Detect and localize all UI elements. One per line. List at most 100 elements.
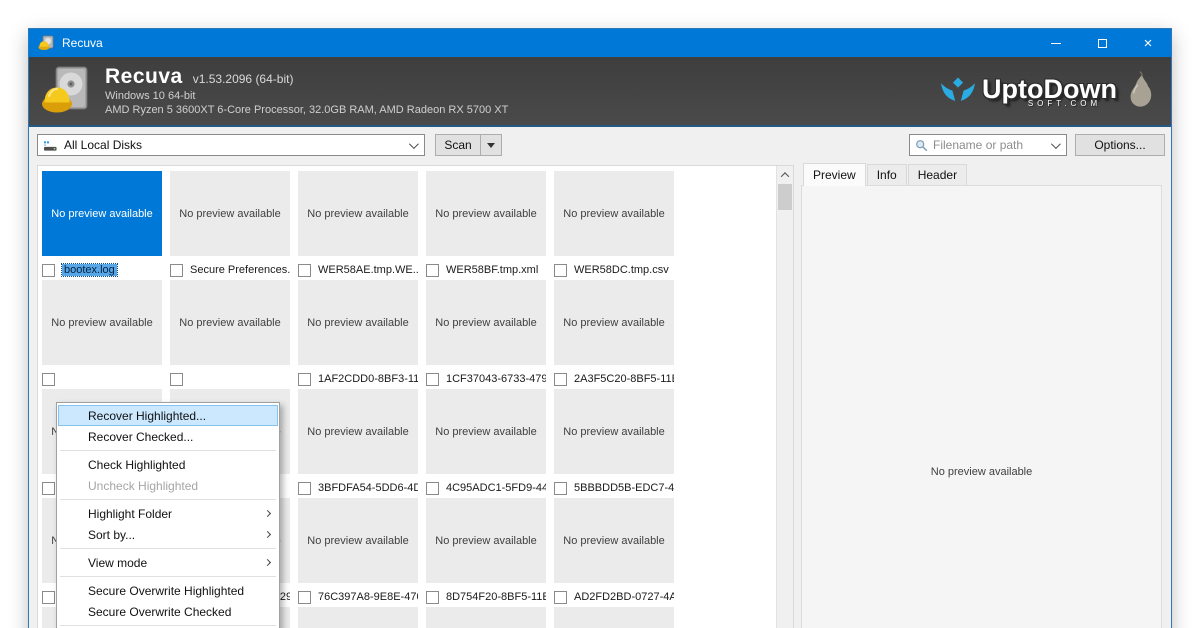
maximize-button[interactable] bbox=[1079, 29, 1125, 57]
file-name[interactable]: 2A3F5C20-8BF5-11E... bbox=[574, 373, 674, 385]
thumbnail-tile[interactable]: No preview available bbox=[42, 171, 162, 256]
menu-item-label: Check Highlighted bbox=[88, 458, 185, 472]
menu-item-view-mode[interactable]: View mode bbox=[58, 552, 278, 573]
file-name[interactable]: Secure Preferences... bbox=[190, 264, 290, 276]
file-name[interactable]: 1AF2CDD0-8BF3-11... bbox=[318, 373, 418, 385]
submenu-arrow-icon bbox=[264, 559, 271, 566]
file-cell: No preview available AD2FD2BD-0727-4A... bbox=[554, 498, 674, 607]
no-preview-text: No preview available bbox=[435, 426, 537, 438]
file-cell: No preview available 8D754F20-8BF5-11E... bbox=[426, 498, 546, 607]
tab-preview[interactable]: Preview bbox=[803, 163, 866, 186]
thumbnail-tile[interactable]: No preview available bbox=[170, 171, 290, 256]
menu-item-sort-by[interactable]: Sort by... bbox=[58, 524, 278, 545]
main-area: No preview available bootex.log No preview… bbox=[29, 163, 1171, 628]
file-cell: No preview available bbox=[42, 280, 162, 389]
scrollbar[interactable] bbox=[776, 166, 793, 628]
file-checkbox[interactable] bbox=[298, 591, 311, 604]
thumbnail-tile[interactable]: No preview available bbox=[298, 498, 418, 583]
no-preview-text: No preview available bbox=[51, 208, 153, 220]
file-cell: No preview available WER58AE.tmp.WE... bbox=[298, 171, 418, 280]
file-checkbox[interactable] bbox=[298, 373, 311, 386]
file-cell: No preview available WER58BF.tmp.xml bbox=[426, 171, 546, 280]
file-checkbox[interactable] bbox=[42, 264, 55, 277]
version-text: v1.53.2096 (64-bit) bbox=[193, 72, 294, 86]
thumbnail-tile[interactable]: No preview available bbox=[426, 171, 546, 256]
no-preview-text: No preview available bbox=[51, 317, 153, 329]
uptodown-bird-icon bbox=[940, 76, 976, 106]
scroll-up-button[interactable] bbox=[777, 166, 793, 183]
menu-item-secure-overwrite-checked[interactable]: Secure Overwrite Checked bbox=[58, 601, 278, 622]
menu-item-secure-overwrite-highlighted[interactable]: Secure Overwrite Highlighted bbox=[58, 580, 278, 601]
thumbnail-tile[interactable]: No preview available bbox=[298, 280, 418, 365]
menu-separator bbox=[60, 625, 276, 626]
file-name[interactable]: WER58BF.tmp.xml bbox=[446, 264, 538, 276]
file-name[interactable]: 5BBBDD5B-EDC7-4... bbox=[574, 482, 674, 494]
scan-dropdown-button[interactable] bbox=[480, 134, 502, 156]
thumbnail-tile[interactable]: No preview available bbox=[426, 280, 546, 365]
file-name[interactable]: 76C397A8-9E8E-470... bbox=[318, 591, 418, 603]
thumbnail-tile[interactable]: No preview available bbox=[554, 607, 674, 628]
search-input[interactable]: Filename or path bbox=[909, 134, 1067, 156]
thumbnail-tile[interactable]: No preview available bbox=[426, 607, 546, 628]
file-name[interactable]: 3BFDFA54-5DD6-4D... bbox=[318, 482, 418, 494]
tab-info[interactable]: Info bbox=[867, 164, 907, 186]
file-checkbox[interactable] bbox=[426, 264, 439, 277]
file-name-row: 1AF2CDD0-8BF3-11... bbox=[298, 371, 418, 387]
file-name[interactable]: AD2FD2BD-0727-4A... bbox=[574, 591, 674, 603]
options-button[interactable]: Options... bbox=[1075, 134, 1165, 156]
file-checkbox[interactable] bbox=[298, 264, 311, 277]
file-name-row bbox=[42, 371, 162, 387]
app-name: Recuva bbox=[105, 65, 183, 89]
menu-separator bbox=[60, 548, 276, 549]
thumbnail-tile[interactable]: No preview available bbox=[426, 498, 546, 583]
thumbnail-tile[interactable]: No preview available bbox=[42, 280, 162, 365]
chevron-down-icon bbox=[1051, 139, 1061, 149]
file-name-row: 76C397A8-9E8E-470... bbox=[298, 589, 418, 605]
menu-item-label: View mode bbox=[88, 556, 147, 570]
thumbnail-tile[interactable]: No preview available bbox=[554, 171, 674, 256]
close-button[interactable]: × bbox=[1125, 29, 1171, 57]
file-checkbox[interactable] bbox=[426, 482, 439, 495]
thumbnail-tile[interactable]: No preview available bbox=[298, 171, 418, 256]
file-checkbox[interactable] bbox=[554, 264, 567, 277]
file-checkbox[interactable] bbox=[298, 482, 311, 495]
thumbnail-tile[interactable]: No preview available bbox=[554, 498, 674, 583]
file-checkbox[interactable] bbox=[426, 373, 439, 386]
file-checkbox[interactable] bbox=[554, 591, 567, 604]
os-info: Windows 10 64-bit bbox=[105, 89, 508, 103]
menu-item-check-highlighted[interactable]: Check Highlighted bbox=[58, 454, 278, 475]
file-name[interactable]: 1CF37043-6733-479... bbox=[446, 373, 546, 385]
file-checkbox[interactable] bbox=[170, 373, 183, 386]
file-checkbox[interactable] bbox=[554, 482, 567, 495]
file-checkbox[interactable] bbox=[426, 591, 439, 604]
no-preview-text: No preview available bbox=[435, 317, 537, 329]
tab-header[interactable]: Header bbox=[908, 164, 967, 186]
drive-selector[interactable]: All Local Disks bbox=[37, 134, 425, 156]
file-checkbox[interactable] bbox=[170, 264, 183, 277]
menu-item-recover-checked[interactable]: Recover Checked... bbox=[58, 426, 278, 447]
submenu-arrow-icon bbox=[264, 510, 271, 517]
menu-item-highlight-folder[interactable]: Highlight Folder bbox=[58, 503, 278, 524]
recuva-logo-icon bbox=[41, 65, 91, 117]
thumbnail-tile[interactable]: No preview available bbox=[554, 280, 674, 365]
file-name[interactable]: WER58DC.tmp.csv bbox=[574, 264, 669, 276]
file-name[interactable]: bootex.log bbox=[62, 264, 117, 276]
thumbnail-tile[interactable]: No preview available bbox=[298, 607, 418, 628]
thumbnail-tile[interactable]: No preview available bbox=[298, 389, 418, 474]
file-checkbox[interactable] bbox=[42, 373, 55, 386]
file-name[interactable]: WER58AE.tmp.WE... bbox=[318, 264, 418, 276]
file-checkbox[interactable] bbox=[42, 482, 55, 495]
scan-button[interactable]: Scan bbox=[435, 134, 480, 156]
file-checkbox[interactable] bbox=[42, 591, 55, 604]
thumbnail-tile[interactable]: No preview available bbox=[170, 280, 290, 365]
thumbnail-tile[interactable]: No preview available bbox=[554, 389, 674, 474]
file-name-row: 3BFDFA54-5DD6-4D... bbox=[298, 480, 418, 496]
scroll-thumb[interactable] bbox=[778, 184, 792, 210]
file-name[interactable]: 4C95ADC1-5FD9-44... bbox=[446, 482, 546, 494]
file-name[interactable]: 8D754F20-8BF5-11E... bbox=[446, 591, 546, 603]
menu-item-uncheck-highlighted: Uncheck Highlighted bbox=[58, 475, 278, 496]
file-checkbox[interactable] bbox=[554, 373, 567, 386]
minimize-button[interactable] bbox=[1033, 29, 1079, 57]
menu-item-recover-highlighted[interactable]: Recover Highlighted... bbox=[58, 405, 278, 426]
thumbnail-tile[interactable]: No preview available bbox=[426, 389, 546, 474]
